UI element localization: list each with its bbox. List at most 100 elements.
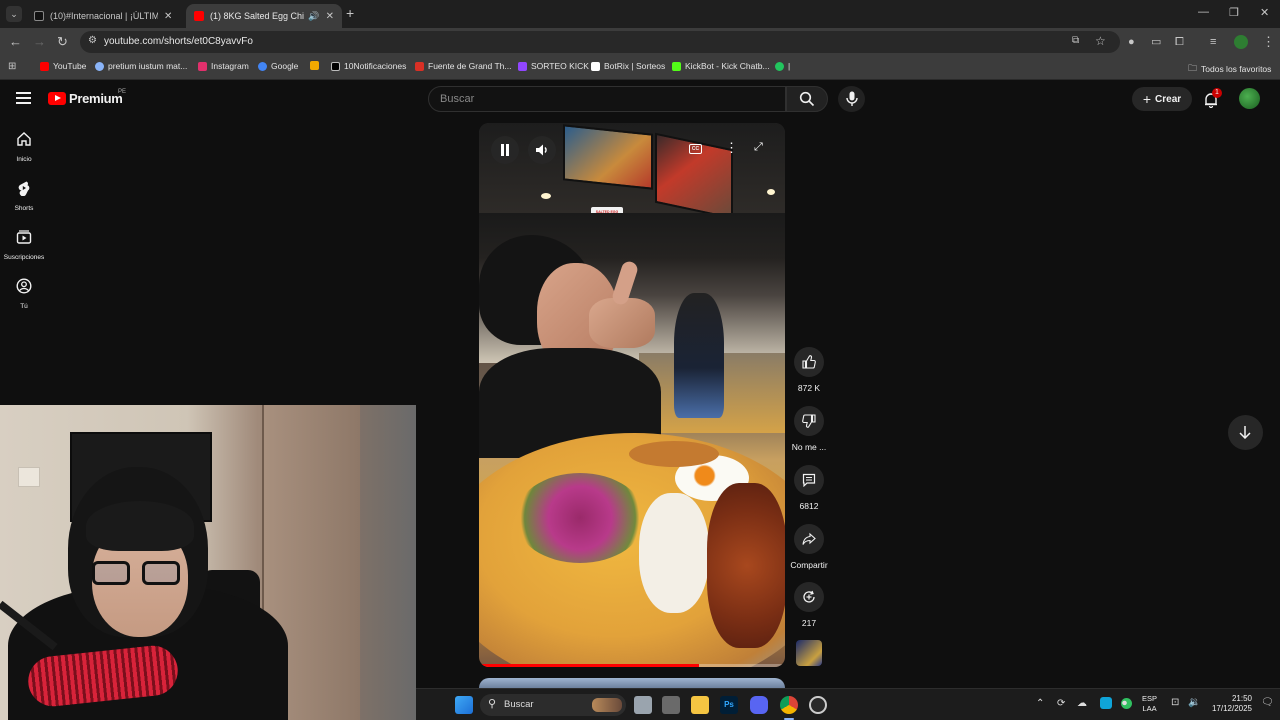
nav-suscripciones[interactable]: Suscripciones (0, 229, 48, 261)
task-view-icon[interactable] (634, 696, 652, 714)
comments-button[interactable] (794, 465, 824, 495)
reading-list-icon[interactable]: ≡ (1210, 34, 1216, 50)
brand-premium[interactable]: Premium (69, 91, 123, 106)
remix-action[interactable]: 217 (788, 582, 830, 628)
tab-internacional[interactable]: (10)#Internacional | ¡ÚLTIMO M ✕ (26, 4, 184, 28)
search-icon: ⚲ (488, 698, 497, 710)
photoshop-icon[interactable]: Ps (720, 696, 738, 714)
nav-label: Inicio (16, 156, 32, 163)
app-icon[interactable] (662, 696, 680, 714)
tab-search-button[interactable]: ⌄ (6, 6, 22, 22)
progress-track[interactable] (479, 664, 785, 667)
menu-dots-icon[interactable]: ⋮ (1262, 34, 1275, 50)
captions-icon[interactable]: CC (689, 144, 702, 154)
more-options-icon[interactable]: ⋮ (725, 140, 738, 156)
volume-tray-icon[interactable]: 🔉 (1188, 697, 1200, 708)
forward-icon[interactable]: → (33, 34, 46, 50)
obs-icon[interactable] (809, 696, 827, 714)
bookmark-grand-theft[interactable]: Fuente de Grand Th... (415, 61, 511, 71)
bookmark-label: KickBot - Kick Chatb... (685, 61, 770, 71)
taskbar-search[interactable]: ⚲ Buscar (480, 694, 626, 716)
notifications-button[interactable]: 1 (1202, 88, 1222, 108)
bookmark-kickbot[interactable]: KickBot - Kick Chatb... (672, 61, 770, 71)
chrome-icon[interactable] (780, 696, 798, 714)
close-window-icon[interactable]: ✕ (1260, 6, 1269, 19)
globe-icon (95, 61, 104, 71)
kick-icon (518, 61, 527, 71)
like-button[interactable] (794, 347, 824, 377)
extension-icon[interactable]: ● (1128, 34, 1135, 50)
bookmark-sorteo-kick[interactable]: SORTEO KICK (518, 61, 589, 71)
bookmark-pretium[interactable]: pretium iustum mat... (95, 61, 187, 71)
bookmark-label: YouTube (53, 61, 87, 71)
next-short-button[interactable] (1228, 415, 1263, 450)
salted-egg-chicken (707, 483, 785, 648)
microphone-icon (846, 91, 858, 106)
defender-icon[interactable] (1100, 697, 1112, 709)
volume-button[interactable] (528, 136, 556, 164)
bookmark-pinwheel[interactable] (310, 61, 323, 70)
notification-center-icon[interactable]: 🗨 (1261, 697, 1274, 708)
menu-hamburger-icon[interactable] (16, 92, 31, 104)
apps-grid-icon[interactable]: ⊞ (8, 61, 16, 72)
pause-button[interactable] (491, 136, 519, 164)
fullscreen-icon[interactable]: ⤢ (754, 141, 763, 154)
tab-youtube-short[interactable]: (1) 8KG Salted Egg Chicken 🔊 ✕ (186, 4, 342, 28)
nav-inicio[interactable]: Inicio (0, 131, 48, 163)
bookmark-youtube[interactable]: YouTube (40, 61, 86, 71)
bookmark-star-icon[interactable]: ☆ (1095, 34, 1106, 48)
windows-start-icon[interactable] (455, 696, 473, 714)
profile-avatar[interactable] (1234, 35, 1248, 49)
reload-icon[interactable]: ↻ (57, 34, 68, 50)
network-icon[interactable]: ⊡ (1171, 697, 1179, 708)
install-app-icon[interactable]: ⧉ (1072, 35, 1079, 46)
address-bar[interactable]: ⚙ youtube.com/shorts/et0C8yavvFo ⧉ ☆ (80, 31, 1120, 53)
bookmark-label: Instagram (211, 61, 249, 71)
nav-shorts[interactable]: Shorts (0, 180, 48, 212)
like-action[interactable]: 872 K (788, 347, 830, 393)
file-explorer-icon[interactable] (691, 696, 709, 714)
pause-icon (501, 144, 509, 156)
comments-action[interactable]: 6812 (788, 465, 830, 511)
share-button[interactable] (794, 524, 824, 554)
dislike-button[interactable] (794, 406, 824, 436)
onedrive-icon[interactable]: ☁ (1077, 698, 1087, 709)
font-icon (415, 61, 424, 71)
site-info-icon[interactable]: ⚙ (88, 35, 97, 46)
youtube-logo-icon[interactable] (48, 92, 66, 105)
audio-playing-icon[interactable]: 🔊 (308, 11, 319, 22)
close-tab-icon[interactable]: ✕ (164, 11, 172, 22)
bookmark-ten[interactable]: | (775, 61, 790, 71)
restore-icon[interactable]: ❐ (1229, 6, 1239, 19)
bookmark-instagram[interactable]: Instagram (198, 61, 249, 71)
new-tab-button[interactable]: + (346, 6, 354, 20)
search-input[interactable]: Buscar (428, 86, 786, 112)
language-indicator[interactable]: ESP LAA (1142, 694, 1157, 714)
nav-label: Suscripciones (3, 254, 45, 261)
all-bookmarks[interactable]: 🗀 Todos los favoritos (1188, 61, 1271, 77)
bookmark-botrix[interactable]: BotRix | Sorteos (591, 61, 665, 71)
short-video-player[interactable]: SALTED EGG CHICKEN ORDER HERE CC ⋮ ⤢ (479, 123, 785, 667)
clock[interactable]: 21:50 17/12/2025 (1206, 694, 1252, 714)
back-icon[interactable]: ← (9, 34, 22, 50)
share-action[interactable]: Compartir (788, 524, 830, 570)
search-button[interactable] (786, 86, 828, 112)
bookmark-10notificaciones[interactable]: 10Notificaciones (331, 61, 406, 71)
close-tab-icon[interactable]: ✕ (326, 11, 334, 22)
voice-search-button[interactable] (838, 86, 865, 112)
minimize-icon[interactable]: — (1198, 6, 1209, 18)
create-button[interactable]: + Crear (1132, 87, 1192, 111)
remix-button[interactable] (794, 582, 824, 612)
tray-overflow-icon[interactable]: ⌃ (1036, 698, 1044, 709)
bookmark-google[interactable]: Google (258, 61, 298, 71)
tray-sync-icon[interactable]: ⟳ (1057, 698, 1065, 709)
extensions-puzzle-icon[interactable]: ⧠ (1175, 34, 1184, 50)
sound-thumbnail[interactable] (796, 640, 822, 666)
mic-tray-icon[interactable]: ⏺ (1122, 698, 1127, 709)
x-icon (331, 61, 340, 71)
discord-icon[interactable] (750, 696, 768, 714)
dislike-action[interactable]: No me ... (788, 406, 830, 452)
extension-icon[interactable]: ▭ (1151, 34, 1161, 50)
account-avatar[interactable] (1239, 88, 1260, 109)
nav-tu[interactable]: Tú (0, 278, 48, 310)
